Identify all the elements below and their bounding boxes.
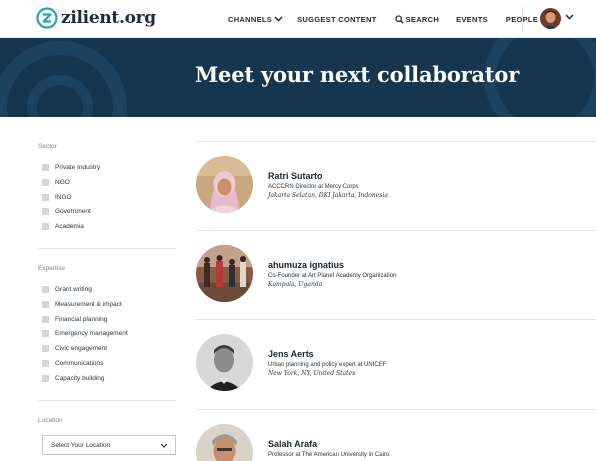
person-name[interactable]: Ratri Sutarto [268, 171, 323, 181]
nav-search-label: SEARCH [405, 14, 440, 24]
search-icon [394, 14, 404, 24]
person-name[interactable]: ahumuza ignatius [268, 260, 344, 270]
nav-events-label: EVENTS [456, 14, 488, 24]
nav-suggest-label: SUGGEST CONTENT [297, 14, 377, 24]
filter-option-label: Measurement & impact [55, 300, 122, 308]
filter-option-label: Private Industry [55, 163, 101, 171]
user-menu-chevron-icon[interactable] [565, 14, 574, 20]
filter-option[interactable]: INGO [42, 192, 72, 202]
nav-suggest-content[interactable]: SUGGEST CONTENT [297, 15, 377, 24]
hero-banner: Meet your next collaborator [0, 38, 596, 117]
checkbox[interactable] [42, 344, 49, 352]
checkbox[interactable] [42, 222, 49, 230]
zilient-logo-icon [36, 7, 58, 29]
person-role: Urban planning and policy expert at UNIC… [268, 362, 387, 368]
person-role: Professor at The American University in … [268, 452, 390, 458]
person-avatar[interactable] [196, 245, 253, 302]
chevron-down-icon [160, 443, 168, 448]
main-nav: CHANNELS SUGGEST CONTENT SEARCH EVENTS P… [228, 0, 538, 38]
filter-option-label: Academia [55, 222, 84, 230]
filter-option-label: Communications [55, 359, 104, 367]
filter-option[interactable]: Capacity building [42, 373, 105, 383]
checkbox[interactable] [42, 285, 49, 293]
person-role: Co-Founder at Art Planet Academy Organiz… [268, 273, 397, 279]
filter-option[interactable]: Grant writing [42, 284, 92, 294]
nav-divider [522, 6, 523, 32]
filter-option[interactable]: Emergency management [42, 328, 128, 338]
top-navigation-bar: zilient.org CHANNELS SUGGEST CONTENT SEA… [0, 0, 596, 38]
filter-option-label: Government [55, 207, 91, 215]
person-photo [196, 245, 253, 302]
filter-option-label: Capacity building [55, 374, 105, 382]
filter-option[interactable]: Academia [42, 221, 84, 231]
person-photo [196, 424, 253, 461]
filter-option-label: Civic engagement [55, 344, 108, 352]
filter-option[interactable]: Financial planning [42, 314, 107, 324]
row-divider [196, 409, 596, 410]
person-name[interactable]: Jens Aerts [268, 349, 314, 359]
filter-option[interactable]: Government [42, 206, 91, 216]
checkbox[interactable] [42, 178, 49, 186]
person-location: Kampala, Uganda [268, 281, 323, 288]
site-logo[interactable]: zilient.org [36, 7, 156, 29]
person-avatar[interactable] [196, 424, 253, 461]
filter-option-label: Grant writing [55, 285, 92, 293]
filter-option[interactable]: Communications [42, 358, 103, 368]
location-select-value: Select Your Location [51, 441, 111, 449]
checkbox[interactable] [42, 207, 49, 215]
checkbox[interactable] [42, 359, 49, 367]
filter-location-label: Location [38, 417, 63, 424]
person-name[interactable]: Salah Arafa [268, 439, 317, 449]
checkbox[interactable] [42, 315, 49, 323]
user-avatar-image [540, 8, 561, 29]
nav-events[interactable]: EVENTS [456, 15, 488, 24]
filter-sector-label: Sector [38, 143, 57, 150]
user-avatar[interactable] [540, 8, 561, 29]
page-title: Meet your next collaborator [195, 62, 520, 87]
row-divider [196, 141, 596, 142]
filter-option[interactable]: Private Industry [42, 162, 100, 172]
nav-channels-label: CHANNELS [228, 14, 273, 24]
filter-option-label: Financial planning [55, 315, 108, 323]
location-select[interactable]: Select Your Location [42, 435, 176, 455]
person-location: New York, NY, United States [268, 370, 356, 377]
row-divider [196, 319, 596, 320]
person-role: ACCCRN Director at Mercy Corps [268, 184, 359, 190]
site-logo-text: zilient.org [61, 8, 156, 28]
filter-option[interactable]: NGO [42, 177, 70, 187]
filter-option-label: INGO [55, 193, 72, 201]
person-photo [196, 156, 253, 213]
checkbox[interactable] [42, 193, 49, 201]
filter-option-label: NGO [55, 178, 70, 186]
filter-option-label: Emergency management [55, 329, 128, 337]
nav-search[interactable]: SEARCH [394, 14, 440, 24]
filter-option[interactable]: Civic engagement [42, 343, 107, 353]
person-avatar[interactable] [196, 334, 253, 391]
checkbox[interactable] [42, 300, 49, 308]
filter-expertise-label: Expertise [38, 265, 66, 272]
row-divider [196, 230, 596, 231]
checkbox[interactable] [42, 329, 49, 337]
person-photo [196, 334, 253, 391]
person-location: Jakarta Selatan, DKI Jakarta, Indonesia [268, 192, 388, 199]
filter-separator [38, 248, 176, 249]
filter-separator [38, 400, 176, 401]
nav-channels[interactable]: CHANNELS [228, 15, 283, 24]
chevron-down-icon [274, 16, 283, 22]
filter-option[interactable]: Measurement & impact [42, 299, 122, 309]
checkbox[interactable] [42, 163, 49, 171]
person-avatar[interactable] [196, 156, 253, 213]
checkbox[interactable] [42, 374, 49, 382]
